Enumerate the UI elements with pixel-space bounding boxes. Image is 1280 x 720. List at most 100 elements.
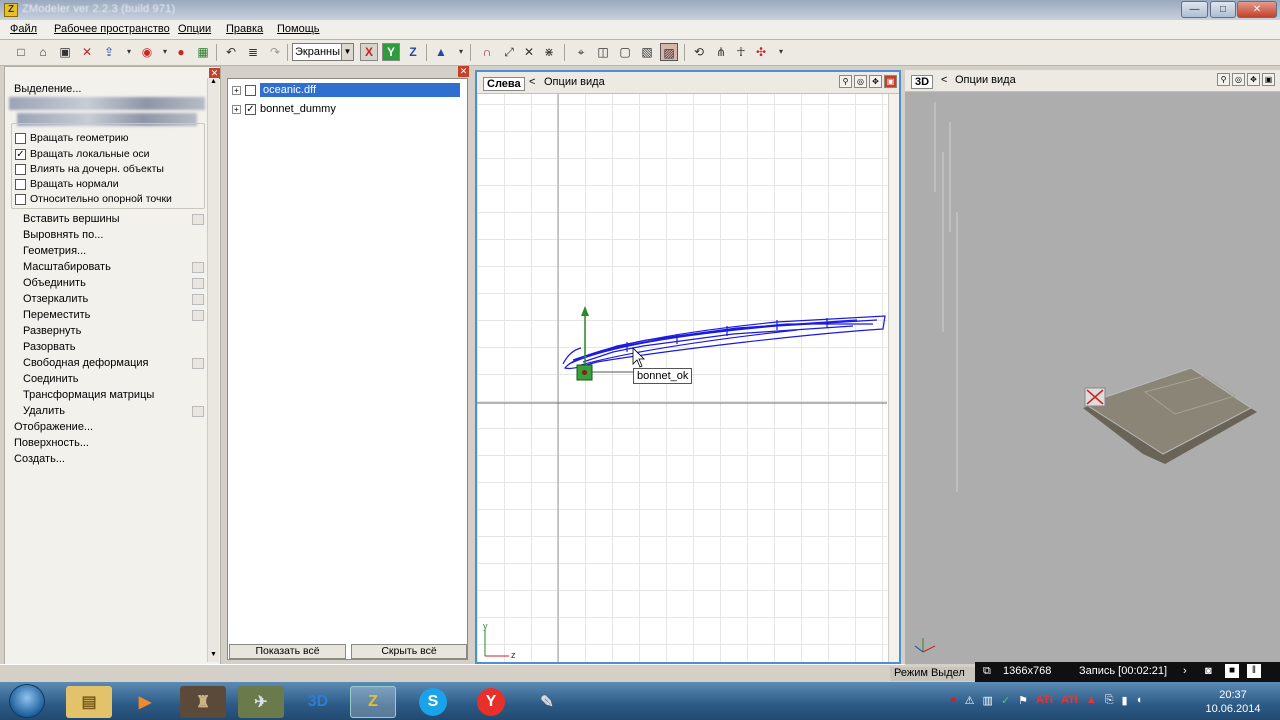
checkbox[interactable] (15, 193, 26, 205)
3d-app-icon[interactable]: 3D (295, 686, 341, 718)
render-icon[interactable]: ▦ (194, 43, 212, 61)
create-section[interactable]: Создать... (14, 453, 65, 465)
media-player-icon[interactable]: ▶ (122, 686, 168, 718)
toolbar-overflow-icon[interactable]: ▾ (772, 43, 790, 61)
figure-icon[interactable]: ☥ (732, 43, 750, 61)
scroll-up-icon[interactable]: ▲ (208, 78, 219, 89)
option-rotate-geometry[interactable]: Вращать геометрию (15, 131, 129, 145)
cmd-merge[interactable]: Объединить (23, 277, 86, 289)
cmd-options-box[interactable] (192, 214, 204, 225)
cmd-unwrap[interactable]: Развернуть (23, 325, 81, 337)
tool-icon[interactable]: ✎ (524, 686, 570, 718)
clock[interactable]: 20:37 10.06.2014 (1198, 688, 1268, 716)
skype-icon[interactable]: S (410, 686, 456, 718)
display-section[interactable]: Отображение... (14, 421, 93, 433)
option-rotate-local-axes[interactable]: ✓ Вращать локальные оси (15, 147, 150, 161)
visibility-checkbox[interactable]: ✓ (245, 103, 256, 115)
viewport-scrollbar[interactable] (888, 94, 899, 662)
record-tray-icon[interactable]: ● (950, 694, 957, 707)
cmd-options-box[interactable] (192, 310, 204, 321)
ati-tray-icon[interactable]: ATI (1061, 694, 1078, 707)
show-all-button[interactable]: Показать всё (229, 644, 346, 659)
menu-edit[interactable]: Правка (226, 23, 263, 35)
viewport-left[interactable]: Слева < Опции вида ⚲ ◎ ✥ ▣ bonnet_ok y z (475, 70, 901, 664)
cmd-align[interactable]: Выровнять по... (23, 229, 103, 241)
cmd-insert-vertices[interactable]: Вставить вершины (23, 213, 120, 225)
cmd-move[interactable]: Переместить (23, 309, 90, 321)
cmd-geometry[interactable]: Геометрия... (23, 245, 86, 257)
menu-file[interactable]: Файл (10, 23, 37, 35)
cmd-matrix-transform[interactable]: Трансформация матрицы (23, 389, 154, 401)
import-dropdown-icon[interactable]: ▾ (120, 43, 138, 61)
cmd-options-box[interactable] (192, 278, 204, 289)
ati-tray-icon[interactable]: ATI (1036, 694, 1053, 707)
game-icon[interactable]: ♜ (180, 686, 226, 718)
option-rotate-normals[interactable]: Вращать нормали (15, 177, 119, 191)
cmd-delete[interactable]: Удалить (23, 405, 65, 417)
rotate-tool-icon[interactable]: ✕ (520, 43, 538, 61)
app-icon[interactable]: ✈ (238, 686, 284, 718)
hide-all-button[interactable]: Скрыть всё (351, 644, 467, 659)
cmd-options-box[interactable] (192, 406, 204, 417)
menu-workspace[interactable]: Рабочее пространство (54, 23, 170, 35)
chevron-left-icon[interactable]: < (529, 76, 535, 88)
axis-x-button[interactable]: X (360, 43, 378, 61)
network-tray-icon[interactable]: ▥ (983, 694, 993, 707)
cmd-mirror[interactable]: Отзеркалить (23, 293, 88, 305)
unlink-icon[interactable]: ✣ (752, 43, 770, 61)
axis-y-button[interactable]: Y (382, 43, 400, 61)
select-edge-icon[interactable]: ◫ (594, 43, 612, 61)
tree-item-bonnet-dummy[interactable]: + ✓ bonnet_dummy (232, 101, 336, 117)
new-file-icon[interactable]: □ (12, 43, 30, 61)
history-icon[interactable]: ≣ (244, 43, 262, 61)
pan-icon[interactable]: ✥ (1247, 73, 1260, 86)
scale-tool-icon[interactable]: ⋇ (540, 43, 558, 61)
surface-section[interactable]: Поверхность... (14, 437, 89, 449)
redo-icon[interactable]: ↷ (266, 43, 284, 61)
select-vertex-icon[interactable]: ⌖ (572, 43, 590, 61)
orbit-icon[interactable]: ◎ (854, 75, 867, 88)
hierarchy-icon[interactable]: ⋔ (712, 43, 730, 61)
view-options-menu[interactable]: Опции вида (544, 76, 605, 88)
cmd-options-box[interactable] (192, 294, 204, 305)
checkbox[interactable] (15, 132, 26, 144)
menu-help[interactable]: Помощь (277, 23, 320, 35)
yandex-browser-icon[interactable]: Y (468, 686, 514, 718)
panel-scrollbar[interactable]: ▲ ▼ (207, 78, 219, 662)
checkbox[interactable] (15, 163, 26, 175)
open-folder-icon[interactable]: ⌂ (34, 43, 52, 61)
camera-icon[interactable]: ◙ (1205, 665, 1212, 677)
folder-icon[interactable]: ▤ (66, 686, 112, 718)
close-button[interactable]: ✕ (1237, 1, 1277, 18)
option-relative-pivot[interactable]: Относительно опорной точки (15, 192, 172, 206)
cmd-scale[interactable]: Масштабировать (23, 261, 111, 273)
zmodeler-taskbar-icon[interactable]: Z (350, 686, 396, 718)
option-affect-children[interactable]: Влиять на дочерн. объекты (15, 162, 164, 176)
undo-icon[interactable]: ↶ (222, 43, 240, 61)
move-tool-icon[interactable]: ⤢ (500, 43, 518, 61)
menu-options[interactable]: Опции (178, 23, 211, 35)
viewport-name[interactable]: Слева (483, 77, 525, 91)
warning-tray-icon[interactable]: ⚠ (965, 694, 975, 707)
chevron-left-icon[interactable]: < (941, 74, 947, 86)
pan-icon[interactable]: ✥ (869, 75, 882, 88)
save-icon[interactable]: ▣ (56, 43, 74, 61)
maximize-button[interactable]: □ (1210, 1, 1236, 18)
zoom-icon[interactable]: ⚲ (1217, 73, 1230, 86)
checkbox[interactable] (15, 178, 26, 190)
app-tray-icon[interactable]: ▲ (1086, 694, 1097, 707)
cone-primitive-icon[interactable]: ▲ (432, 43, 450, 61)
chevron-right-icon[interactable]: › (1183, 665, 1187, 677)
cmd-free-deform[interactable]: Свободная деформация (23, 357, 149, 369)
import-icon[interactable]: ⇪ (100, 43, 118, 61)
viewport-3d[interactable]: 3D < Опции вида ⚲ ◎ ✥ ▣ (905, 70, 1280, 664)
orbit-icon[interactable]: ◎ (1232, 73, 1245, 86)
visibility-checkbox[interactable] (245, 84, 256, 96)
flag-tray-icon[interactable]: ⚑ (1018, 694, 1028, 707)
checkbox[interactable]: ✓ (15, 148, 26, 160)
export-icon[interactable]: ◉ (138, 43, 156, 61)
primitive-dropdown-icon[interactable]: ▾ (452, 43, 470, 61)
view-options-menu[interactable]: Опции вида (955, 74, 1016, 86)
link-icon[interactable]: ⟲ (690, 43, 708, 61)
selection-section[interactable]: Выделение... (14, 83, 81, 95)
